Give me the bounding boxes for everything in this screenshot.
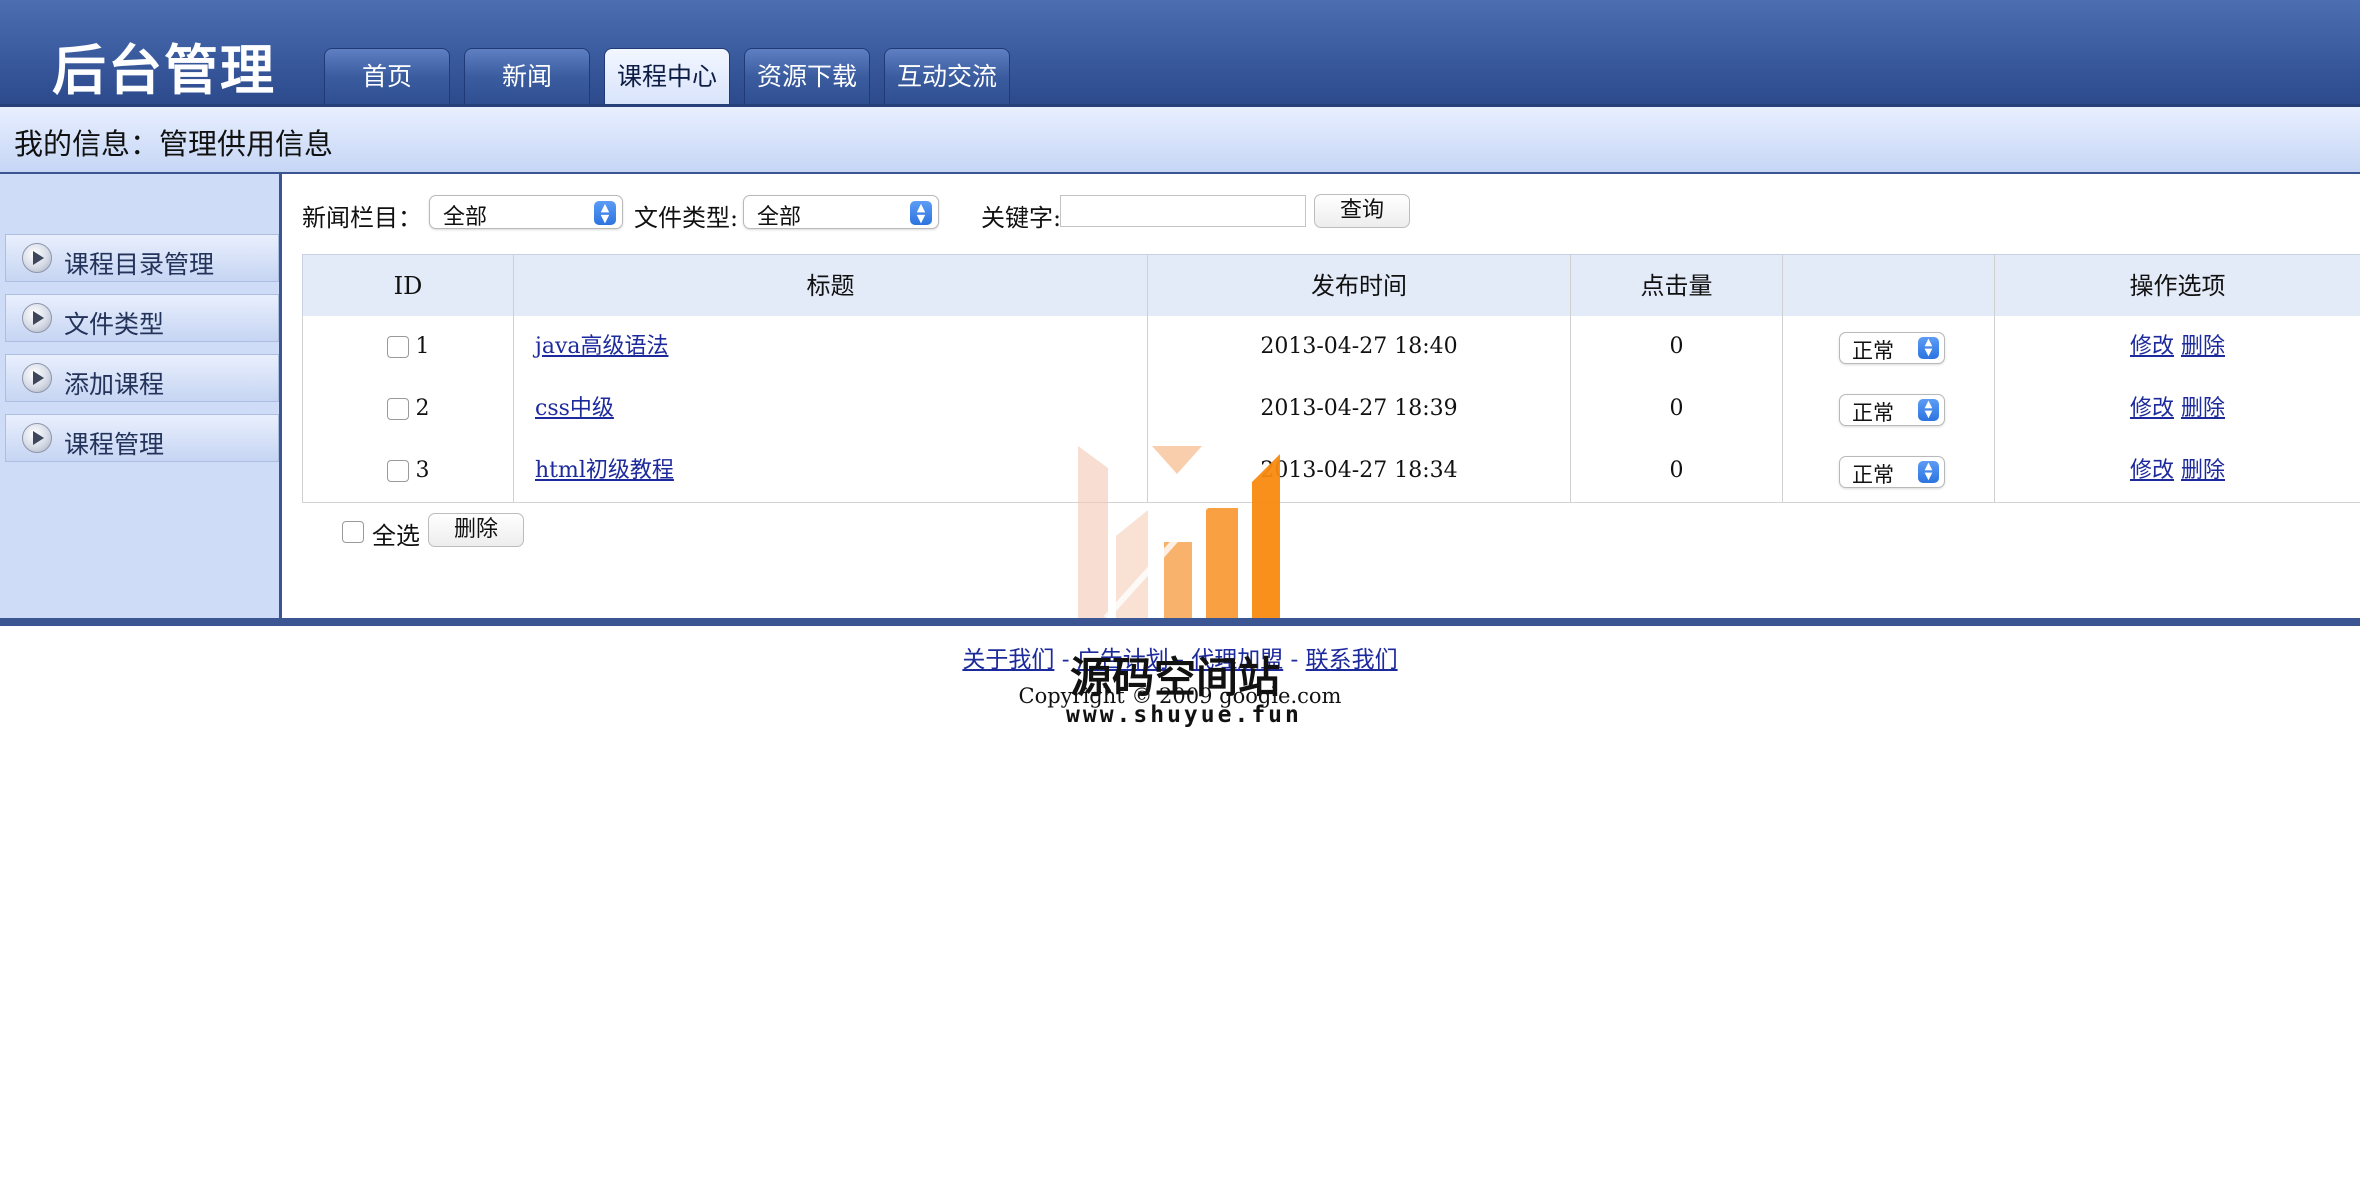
cell-actions: 修改 删除: [1994, 378, 2360, 440]
select-arrows-icon: ▲ ▼: [1918, 461, 1939, 483]
edit-link[interactable]: 修改: [2130, 458, 2174, 483]
cell-time: 2013-04-27 18:39: [1147, 378, 1570, 440]
delete-link[interactable]: 删除: [2181, 458, 2225, 483]
status-select[interactable]: 正常 ▲ ▼: [1839, 456, 1945, 488]
table-row: 2 css中级 2013-04-27 18:39 0 修改 删除: [302, 378, 2360, 441]
cell-clicks: 0: [1570, 316, 1782, 378]
news-column-label: 新闻栏目：: [302, 204, 422, 232]
file-type-select[interactable]: 全部 ▲ ▼: [743, 195, 939, 230]
tab-home[interactable]: 首页: [324, 48, 450, 104]
table-row: 1 java高级语法 2013-04-27 18:40 0 修改 删除: [302, 316, 2360, 379]
sidebar-item-label: 添加课程: [64, 370, 165, 399]
status-select[interactable]: 正常 ▲ ▼: [1839, 332, 1945, 364]
col-header-clicks: 点击量: [1570, 255, 1782, 317]
cell-title: java高级语法: [513, 316, 1147, 378]
sidebar-item-course-management[interactable]: 课程管理: [5, 414, 279, 462]
row-checkbox[interactable]: [386, 336, 409, 358]
arrow-right-circle-icon: [22, 363, 52, 393]
query-button[interactable]: 查询: [1314, 194, 1410, 228]
select-arrows-icon: ▲ ▼: [594, 201, 616, 225]
sidebar-item-course-catalog[interactable]: 课程目录管理: [5, 234, 279, 282]
sidebar-item-label: 课程管理: [64, 430, 165, 459]
edit-link[interactable]: 修改: [2130, 396, 2174, 421]
status-value: 正常: [1852, 463, 1894, 487]
watermark-url: www.shuyue.fun: [1066, 702, 1302, 728]
footer-divider: [0, 618, 2360, 626]
cell-actions: 修改 删除: [1994, 316, 2360, 378]
sidebar-item-label: 课程目录管理: [64, 250, 215, 279]
news-column-value: 全部: [443, 205, 488, 230]
sidebar: 课程目录管理 文件类型 添加课程 课程管理: [0, 174, 282, 618]
row-id: 3: [415, 458, 430, 483]
cell-clicks: 0: [1570, 440, 1782, 502]
cell-title: css中级: [513, 378, 1147, 440]
status-value: 正常: [1852, 401, 1894, 425]
app-title: 后台管理: [52, 39, 276, 102]
col-header-time: 发布时间: [1147, 255, 1570, 317]
keyword-input[interactable]: [1060, 195, 1306, 227]
user-info-text: 我的信息：管理供用信息: [14, 127, 334, 161]
cell-actions: 修改 删除: [1994, 440, 2360, 502]
status-select[interactable]: 正常 ▲ ▼: [1839, 394, 1945, 426]
cell-time: 2013-04-27 18:40: [1147, 316, 1570, 378]
cell-id: 3: [302, 440, 513, 502]
table-row: 3 html初级教程 2013-04-27 18:34 0 修改 删除: [302, 440, 2360, 503]
title-link[interactable]: html初级教程: [535, 458, 674, 483]
title-link[interactable]: css中级: [535, 396, 614, 421]
user-info-bar: 我的信息：管理供用信息: [0, 107, 2360, 174]
bulk-delete-button[interactable]: 删除: [428, 513, 524, 547]
edit-link[interactable]: 修改: [2130, 334, 2174, 359]
tab-course-center[interactable]: 课程中心: [604, 48, 730, 104]
arrow-right-circle-icon: [22, 423, 52, 453]
arrow-right-circle-icon: [22, 303, 52, 333]
main-nav: 首页 新闻 课程中心 资源下载 互动交流: [324, 48, 1024, 104]
cell-title: html初级教程: [513, 440, 1147, 502]
watermark-logo-icon: [1078, 446, 1280, 618]
delete-link[interactable]: 删除: [2181, 396, 2225, 421]
file-type-label: 文件类型:: [634, 204, 739, 232]
footer-link-about[interactable]: 关于我们: [962, 647, 1054, 673]
footer-link-contact[interactable]: 联系我们: [1306, 647, 1398, 673]
cell-clicks: 0: [1570, 378, 1782, 440]
select-all-label: 全选: [372, 522, 420, 550]
row-id: 2: [415, 396, 430, 421]
status-value: 正常: [1852, 339, 1894, 363]
file-type-value: 全部: [757, 205, 802, 230]
footer-separator: -: [1283, 647, 1306, 673]
tab-resource-download[interactable]: 资源下载: [744, 48, 870, 104]
col-header-actions: 操作选项: [1994, 255, 2360, 317]
arrow-right-circle-icon: [22, 243, 52, 273]
row-id: 1: [415, 334, 430, 359]
select-arrows-icon: ▲ ▼: [910, 201, 932, 225]
tab-news[interactable]: 新闻: [464, 48, 590, 104]
title-link[interactable]: java高级语法: [535, 334, 668, 359]
select-arrows-icon: ▲ ▼: [1918, 337, 1939, 359]
cell-id: 2: [302, 378, 513, 440]
col-header-id: ID: [302, 255, 513, 317]
col-header-title: 标题: [513, 255, 1147, 317]
row-checkbox[interactable]: [386, 398, 409, 420]
col-header-status: [1782, 255, 1994, 317]
delete-link[interactable]: 删除: [2181, 334, 2225, 359]
sidebar-item-add-course[interactable]: 添加课程: [5, 354, 279, 402]
watermark-text: 源码空间站: [1070, 653, 1281, 702]
cell-id: 1: [302, 316, 513, 378]
tab-interaction[interactable]: 互动交流: [884, 48, 1010, 104]
news-column-select[interactable]: 全部 ▲ ▼: [429, 195, 623, 230]
keyword-label: 关键字:: [981, 204, 1062, 232]
sidebar-item-file-type[interactable]: 文件类型: [5, 294, 279, 342]
select-all-checkbox[interactable]: [342, 521, 364, 543]
select-arrows-icon: ▲ ▼: [1918, 399, 1939, 421]
top-header: 后台管理 首页 新闻 课程中心 资源下载 互动交流: [0, 0, 2360, 107]
row-checkbox[interactable]: [386, 460, 409, 482]
sidebar-item-label: 文件类型: [64, 310, 165, 339]
table-header-row: ID 标题 发布时间 点击量 操作选项: [302, 254, 2360, 318]
